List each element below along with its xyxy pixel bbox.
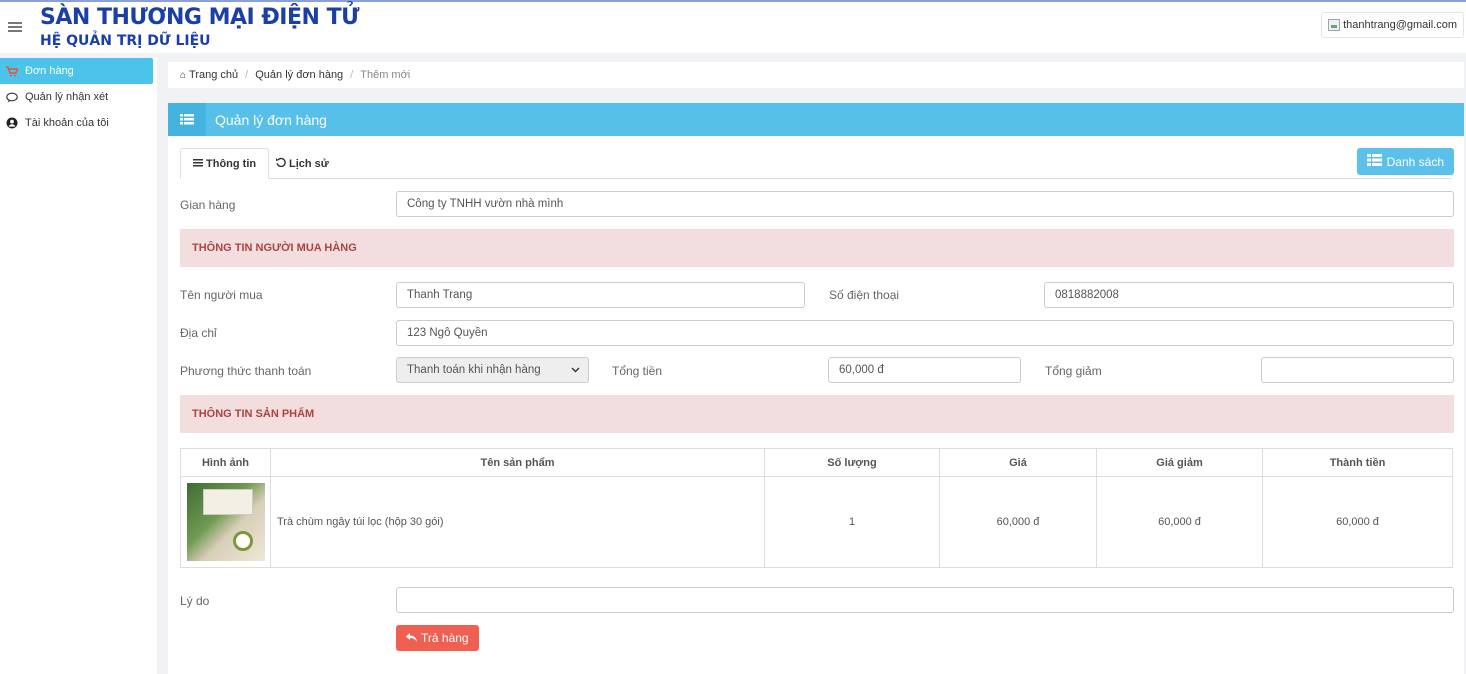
panel-header: Quản lý đơn hàng (168, 103, 1464, 136)
sidebar-item-reviews[interactable]: Quản lý nhận xét (0, 84, 157, 110)
list-icon (168, 103, 206, 136)
product-table: Hình ảnh Tên sản phẩm Số lượng Giá Giá g… (180, 448, 1453, 568)
table-header-row: Hình ảnh Tên sản phẩm Số lượng Giá Giá g… (180, 448, 1453, 477)
breadcrumb-current: Thêm mới (360, 69, 411, 81)
discount-label: Tổng giảm (1045, 364, 1102, 378)
address-input[interactable]: 123 Ngô Quyền (396, 320, 1454, 346)
breadcrumb-orders[interactable]: Quản lý đơn hàng (255, 69, 343, 81)
list-icon (193, 158, 203, 170)
column-header: Tên sản phẩm (270, 448, 765, 477)
reply-icon (406, 631, 417, 645)
product-name: Trà chùm ngây túi lọc (hộp 30 gói) (270, 476, 765, 568)
column-header: Hình ảnh (180, 448, 271, 477)
app-header: SÀN THƯƠNG MẠI ĐIỆN TỬ HỆ QUẢN TRỊ DỮ LI… (0, 2, 1466, 53)
store-input[interactable]: Công ty TNHH vườn nhà mình (396, 191, 1454, 217)
breadcrumb-separator: / (350, 69, 354, 81)
sidebar-item-label: Quản lý nhận xét (25, 91, 109, 103)
total-label: Tổng tiền (612, 364, 663, 378)
discount-input[interactable] (1261, 357, 1454, 383)
total-input[interactable]: 60,000 đ (828, 357, 1021, 383)
store-label: Gian hàng (180, 198, 236, 212)
cart-icon (6, 65, 18, 77)
sidebar-item-label: Tài khoản của tôi (25, 117, 109, 129)
phone-label: Số điện thoại (829, 288, 900, 302)
table-row: Trà chùm ngây túi lọc (hộp 30 gói) 1 60,… (180, 476, 1453, 568)
product-subtotal: 60,000 đ (1262, 476, 1453, 568)
order-panel: Quản lý đơn hàng Thông tin Lịch sử Danh … (168, 103, 1464, 674)
column-header: Thành tiền (1262, 448, 1453, 477)
product-image-cell (180, 476, 271, 568)
sidebar-item-label: Đơn hàng (25, 65, 74, 77)
payment-select[interactable]: Thanh toán khi nhận hàng (396, 357, 589, 383)
phone-input[interactable]: 0818882008 (1044, 282, 1454, 308)
sidebar: Đơn hàng Quản lý nhận xét Tài khoản của … (0, 58, 157, 674)
return-button-label: Trả hàng (421, 631, 469, 645)
return-button[interactable]: Trả hàng (396, 625, 479, 651)
reason-label: Lý do (180, 594, 210, 608)
product-discount-price: 60,000 đ (1096, 476, 1263, 568)
chevron-down-icon (571, 365, 580, 377)
sidebar-item-orders[interactable]: Đơn hàng (0, 58, 153, 84)
buyer-section-header: THÔNG TIN NGƯỜI MUA HÀNG (180, 229, 1454, 267)
column-header: Số lượng (764, 448, 940, 477)
tab-label: Thông tin (206, 157, 257, 170)
product-section-header: THÔNG TIN SẢN PHẨM (180, 395, 1454, 433)
user-circle-icon (6, 117, 18, 129)
buyer-name-label: Tên người mua (180, 288, 263, 302)
breadcrumb: ⌂ Trang chủ / Quản lý đơn hàng / Thêm mớ… (168, 62, 1464, 88)
tab-info[interactable]: Thông tin (180, 148, 270, 179)
breadcrumb-separator: / (245, 69, 249, 81)
reason-input[interactable] (396, 587, 1454, 613)
column-header: Giá (939, 448, 1097, 477)
product-qty: 1 (764, 476, 940, 568)
user-menu[interactable]: thanhtrang@gmail.com (1321, 12, 1464, 38)
breadcrumb-home[interactable]: Trang chủ (189, 69, 238, 81)
address-label: Địa chỉ (180, 326, 217, 340)
home-icon: ⌂ (180, 69, 187, 81)
product-image (186, 483, 265, 561)
column-header: Giá giảm (1096, 448, 1263, 477)
user-email: thanhtrang@gmail.com (1343, 19, 1457, 31)
sidebar-item-account[interactable]: Tài khoản của tôi (0, 110, 157, 136)
tab-history[interactable]: Lịch sử (276, 148, 329, 179)
buyer-name-input[interactable]: Thanh Trang (396, 282, 805, 308)
avatar-broken-image-icon (1328, 19, 1341, 31)
list-button[interactable]: Danh sách (1356, 148, 1454, 175)
tab-label: Lịch sử (289, 157, 329, 170)
payment-label: Phương thức thanh toán (180, 364, 312, 378)
comment-icon (6, 91, 18, 103)
menu-toggle-icon[interactable] (8, 20, 22, 34)
brand-subtitle: HỆ QUẢN TRỊ DỮ LIỆU (40, 33, 211, 49)
brand-title: SÀN THƯƠNG MẠI ĐIỆN TỬ (40, 5, 359, 30)
tab-bar: Thông tin Lịch sử (180, 148, 1452, 179)
payment-selected-value: Thanh toán khi nhận hàng (407, 364, 541, 376)
history-icon (276, 157, 286, 170)
product-price: 60,000 đ (939, 476, 1097, 568)
list-button-label: Danh sách (1386, 154, 1444, 169)
table-icon (1366, 154, 1382, 169)
panel-title: Quản lý đơn hàng (215, 111, 327, 128)
